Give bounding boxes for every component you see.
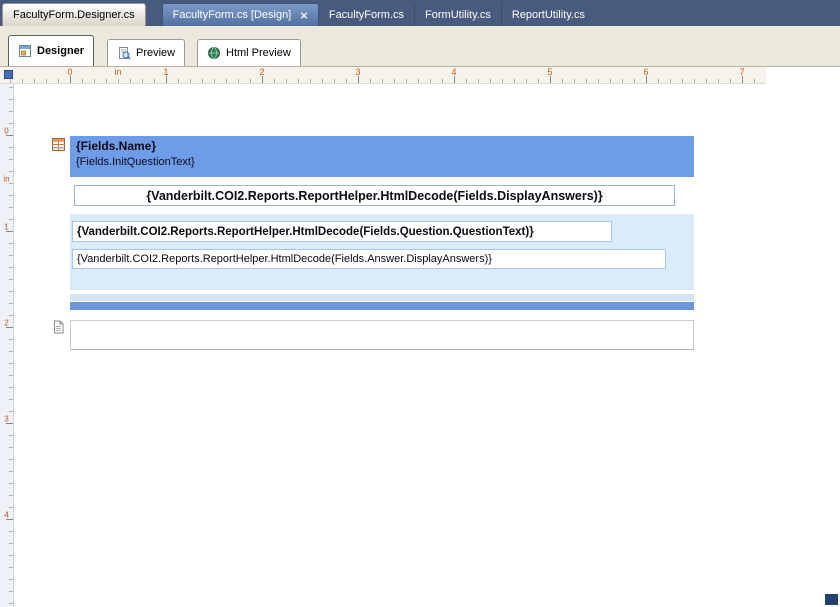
file-tab-label: FacultyForm.cs bbox=[328, 8, 405, 21]
ruler-unit-label: in bbox=[114, 67, 122, 77]
group-header-band[interactable]: {Fields.Name} {Fields.InitQuestionText} bbox=[70, 136, 694, 177]
file-tab-facultyform-cs-design[interactable]: FacultyForm.cs [Design] × bbox=[161, 3, 319, 26]
tab-html-preview[interactable]: Html Preview bbox=[197, 39, 301, 66]
textbox-init-question-text[interactable]: {Fields.InitQuestionText} bbox=[76, 156, 688, 168]
ruler-origin-box bbox=[4, 70, 13, 79]
ruler-label: 0 bbox=[4, 126, 9, 136]
design-surface[interactable]: {Fields.Name} {Fields.InitQuestionText} … bbox=[14, 84, 840, 607]
separator-bar-dark[interactable] bbox=[70, 302, 694, 310]
designer-icon bbox=[18, 44, 32, 58]
tab-label: Preview bbox=[136, 47, 176, 59]
ruler-label: 3 bbox=[4, 414, 9, 424]
textbox-question-text[interactable]: {Vanderbilt.COI2.Reports.ReportHelper.Ht… bbox=[72, 221, 612, 242]
preview-icon bbox=[117, 46, 131, 60]
file-tab-label: FacultyForm.cs [Design] bbox=[172, 9, 292, 21]
ruler-label: 5 bbox=[547, 67, 553, 77]
separator-bar-light[interactable] bbox=[70, 294, 694, 301]
ruler-label: 6 bbox=[643, 67, 649, 77]
ruler-label: 1 bbox=[163, 67, 169, 77]
file-tab-label: ReportUtility.cs bbox=[511, 8, 585, 21]
textbox-display-answers[interactable]: {Vanderbilt.COI2.Reports.ReportHelper.Ht… bbox=[74, 185, 675, 206]
detail-section-icon[interactable] bbox=[52, 138, 66, 152]
resize-grip[interactable] bbox=[825, 594, 838, 605]
tab-label: Designer bbox=[37, 45, 85, 57]
textbox-fields-name[interactable]: {Fields.Name} bbox=[76, 139, 688, 153]
tab-preview[interactable]: Preview bbox=[107, 39, 186, 66]
ruler-label: 2 bbox=[4, 318, 9, 328]
close-icon[interactable]: × bbox=[300, 9, 308, 22]
report-designer-window: FacultyForm.Designer.cs FacultyForm.cs [… bbox=[0, 0, 840, 607]
ruler-label: 1 bbox=[4, 222, 9, 232]
ruler-unit-label: in bbox=[3, 174, 10, 184]
file-tab-label: FacultyForm.Designer.cs bbox=[13, 9, 135, 21]
horizontal-ruler: 0 in 1 2 3 4 5 6 7 bbox=[0, 67, 766, 84]
page-footer-band[interactable] bbox=[70, 320, 694, 350]
ruler-label: 7 bbox=[739, 67, 745, 77]
ruler-label: 4 bbox=[451, 67, 457, 77]
vertical-ruler: 0 in 1 2 3 4 bbox=[0, 84, 14, 607]
page-section-icon[interactable] bbox=[53, 320, 67, 334]
ruler-label: 3 bbox=[355, 67, 361, 77]
file-tab-facultyform-cs[interactable]: FacultyForm.cs bbox=[319, 3, 414, 26]
file-tab-formutility-cs[interactable]: FormUtility.cs bbox=[414, 3, 501, 26]
document-tab-bar: FacultyForm.Designer.cs FacultyForm.cs [… bbox=[0, 0, 840, 26]
question-panel[interactable]: {Vanderbilt.COI2.Reports.ReportHelper.Ht… bbox=[70, 214, 694, 290]
view-tab-strip: Designer Preview Html Preview bbox=[0, 26, 840, 67]
globe-icon bbox=[207, 46, 221, 60]
tab-designer[interactable]: Designer bbox=[8, 35, 95, 66]
ruler-label: 0 bbox=[67, 67, 73, 77]
ruler-label: 4 bbox=[4, 510, 9, 520]
file-tab-label: FormUtility.cs bbox=[425, 8, 491, 21]
ruler-label: 2 bbox=[259, 67, 265, 77]
file-tab-facultyform-designer-cs[interactable]: FacultyForm.Designer.cs bbox=[2, 3, 146, 26]
textbox-answer-display-answers[interactable]: {Vanderbilt.COI2.Reports.ReportHelper.Ht… bbox=[72, 249, 666, 269]
tab-label: Html Preview bbox=[226, 47, 291, 59]
file-tab-reportutility-cs[interactable]: ReportUtility.cs bbox=[500, 3, 595, 26]
